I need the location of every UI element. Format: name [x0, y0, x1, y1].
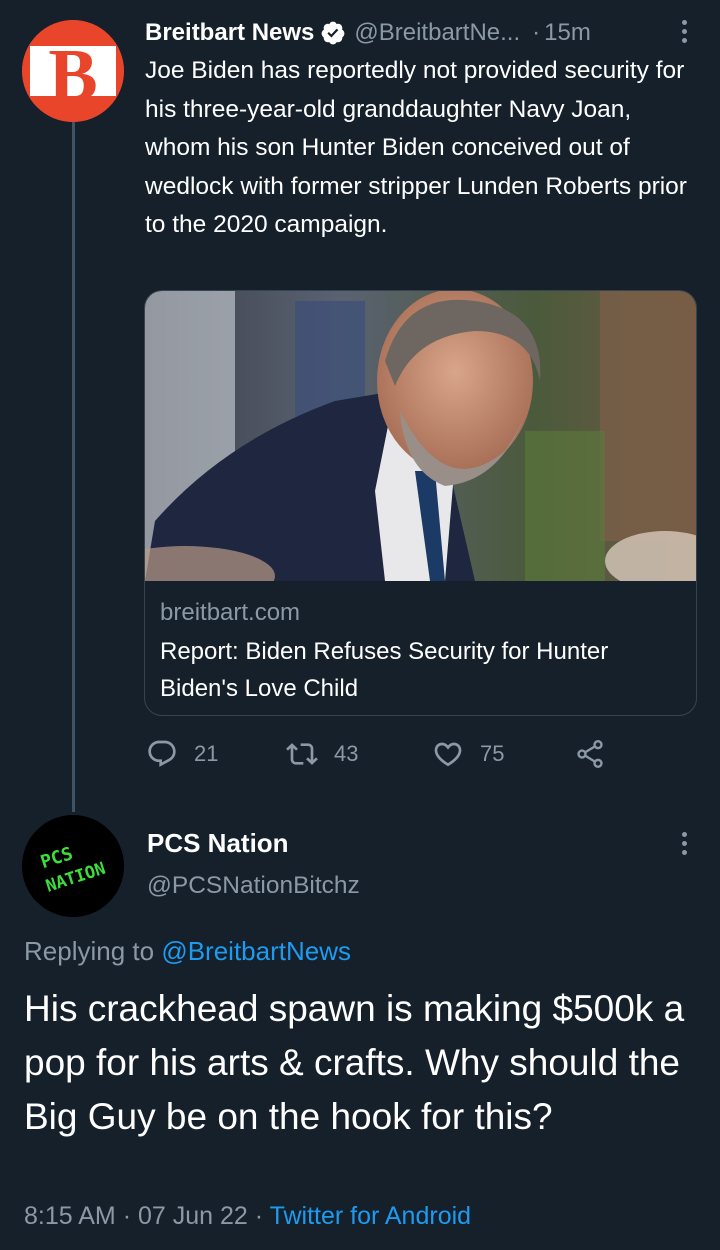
more-icon[interactable] [674, 20, 694, 48]
meta-separator: · [254, 1202, 264, 1230]
author-name[interactable]: Breitbart News [145, 19, 314, 47]
tweet-time-ago[interactable]: 15m [544, 19, 591, 47]
tweet-source-link[interactable]: Twitter for Android [270, 1202, 471, 1230]
replying-mention-link[interactable]: @BreitbartNews [161, 936, 351, 966]
author-handle[interactable]: @PCSNationBitchz [147, 872, 360, 900]
replying-to: Replying to @BreitbartNews [24, 936, 351, 967]
retweet-icon [286, 743, 318, 765]
reply-button[interactable]: 21 [146, 734, 218, 774]
tweet-meta: 8:15 AM · 07 Jun 22 · Twitter for Androi… [24, 1202, 471, 1231]
author-name[interactable]: PCS Nation [147, 828, 289, 859]
retweet-count: 43 [334, 741, 359, 766]
verified-icon [320, 20, 346, 46]
tweet-date: 07 Jun 22 [137, 1202, 248, 1230]
replying-prefix: Replying to [24, 936, 155, 966]
like-icon [434, 742, 462, 767]
card-title: Report: Biden Refuses Security for Hunte… [160, 638, 609, 702]
breitbart-avatar[interactable]: B [22, 20, 124, 122]
tweet-text: Joe Biden has reportedly not provided se… [145, 57, 687, 238]
tweet-time: 8:15 AM [24, 1202, 116, 1230]
like-count: 75 [480, 741, 505, 766]
retweet-button[interactable]: 43 [286, 734, 358, 774]
reply-icon [148, 740, 176, 767]
author-handle[interactable]: @BreitbartNe... [354, 19, 520, 47]
pcs-nation-avatar[interactable]: PCS NATION [22, 815, 124, 917]
share-button[interactable] [574, 734, 606, 774]
avatar-letter: B [48, 35, 97, 117]
reply-count: 21 [194, 741, 219, 766]
separator-dot: · [532, 19, 541, 46]
link-card[interactable]: breitbart.com Report: Biden Refuses Secu… [144, 290, 697, 716]
card-domain: breitbart.com [160, 599, 301, 626]
reply-tweet-text: His crackhead spawn is making $500k a po… [24, 988, 685, 1137]
meta-separator: · [122, 1202, 132, 1230]
more-icon[interactable] [674, 832, 694, 860]
thread-connector-line [72, 122, 75, 812]
tweet-header: Breitbart News @BreitbartNe... · 15m [145, 16, 591, 50]
like-button[interactable]: 75 [432, 734, 504, 774]
card-photo [145, 291, 696, 581]
share-icon [577, 740, 603, 768]
